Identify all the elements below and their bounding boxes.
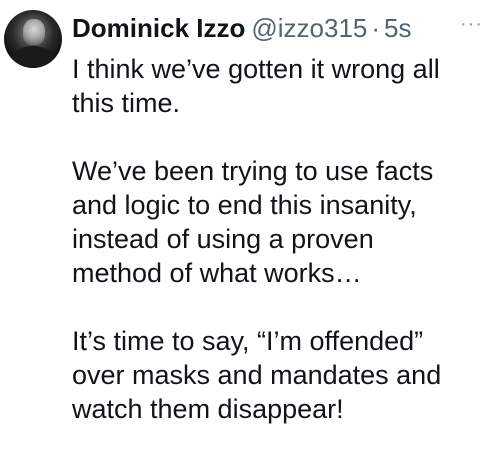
avatar[interactable] <box>4 10 62 68</box>
author-name[interactable]: Dominick Izzo <box>72 13 245 43</box>
separator-dot: · <box>371 13 381 43</box>
tweet-text: I think we’ve gotten it wrong all this t… <box>72 52 492 426</box>
tweet-header: Dominick Izzo @izzo315 · 5s <box>72 10 412 46</box>
tweet-paragraph-1: I think we’ve gotten it wrong all this t… <box>72 54 440 118</box>
avatar-shoulders <box>10 46 56 68</box>
tweet-paragraph-3: It’s time to say, “I’m offended” over ma… <box>72 326 442 424</box>
tweet-paragraph-2: We’ve been trying to use facts and logic… <box>72 156 434 288</box>
timestamp[interactable]: 5s <box>384 13 411 43</box>
author-handle[interactable]: @izzo315 <box>251 13 367 43</box>
more-options-icon[interactable]: ··· <box>460 14 490 34</box>
tweet-card[interactable]: Dominick Izzo @izzo315 · 5s ··· I think we’… <box>0 0 500 463</box>
avatar-face <box>23 19 45 45</box>
